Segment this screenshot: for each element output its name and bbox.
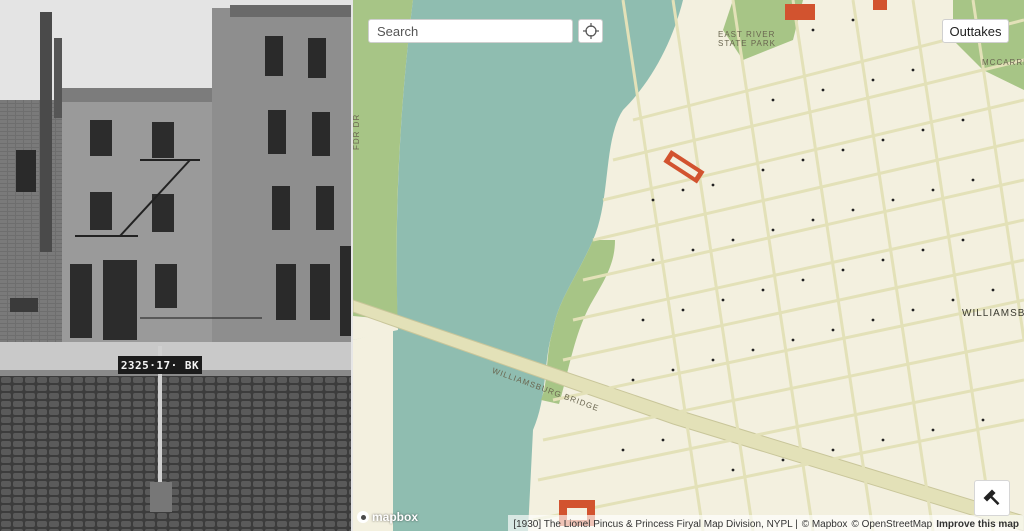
hammer-icon (983, 489, 1000, 506)
map-label-park: EAST RIVER STATE PARK (718, 30, 777, 48)
crosshair-icon (582, 23, 599, 39)
tool-button[interactable] (974, 480, 1010, 516)
mapbox-attribution-link[interactable]: © Mapbox (802, 519, 848, 530)
mapbox-logo-icon (357, 511, 369, 523)
search-input[interactable] (368, 19, 573, 43)
historical-photo (0, 0, 351, 531)
mapbox-logo-text: mapbox (372, 510, 419, 524)
app: 2325·17· BK EAST RIVER STATE PARK WILLIA… (0, 0, 1024, 531)
attribution-source: [1930] The Lionel Pincus & Princess Firy… (513, 518, 798, 530)
locate-button[interactable] (578, 19, 603, 43)
improve-map-link[interactable]: Improve this map (936, 519, 1019, 530)
map-canvas[interactable] (353, 0, 1024, 531)
mapbox-logo[interactable]: mapbox (357, 510, 418, 524)
map-attribution: [1930] The Lionel Pincus & Princess Firy… (508, 515, 1024, 531)
outtakes-button[interactable]: Outtakes (942, 19, 1009, 43)
map-label-mccarren: MCCARRE (982, 58, 1024, 67)
tax-photo-label: 2325·17· BK (118, 356, 202, 374)
map-label-fdr: FDR DR (352, 113, 361, 150)
osm-attribution-link[interactable]: © OpenStreetMap (851, 519, 932, 530)
map-label-williamsburg: WILLIAMSBURG (962, 308, 1024, 319)
